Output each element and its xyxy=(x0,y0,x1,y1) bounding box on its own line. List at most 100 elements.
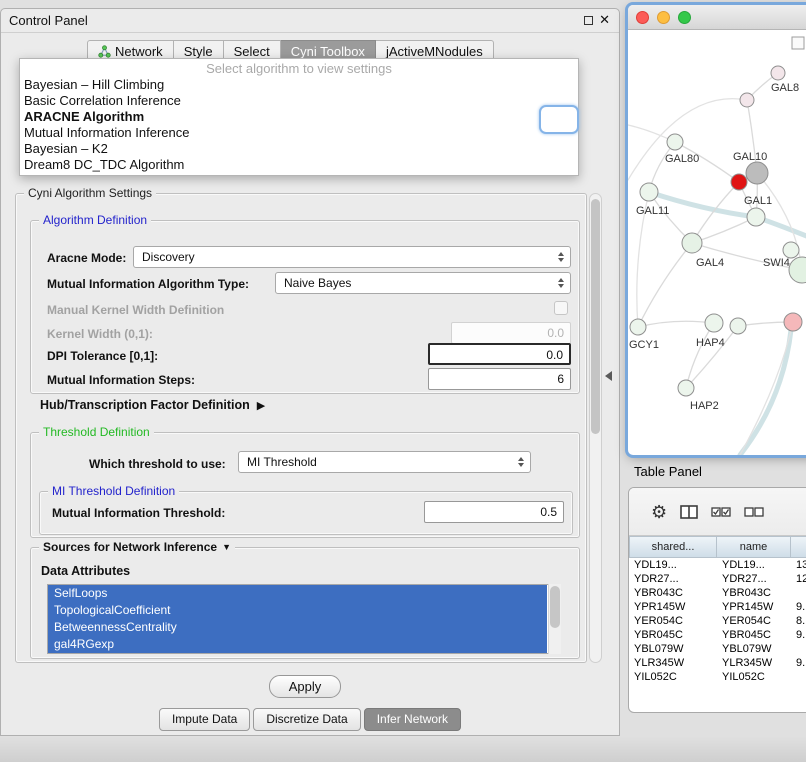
table-cell xyxy=(791,642,806,656)
close-icon[interactable]: ✕ xyxy=(599,12,610,28)
focused-combobox-fragment[interactable] xyxy=(539,105,579,134)
network-node-hap2[interactable] xyxy=(678,380,694,396)
table-column-header[interactable] xyxy=(791,536,806,558)
panel-collapse-arrow-icon[interactable] xyxy=(605,371,612,381)
attributes-list-scrollbar[interactable] xyxy=(548,584,561,654)
node-label: HAP4 xyxy=(696,337,725,349)
close-traffic-light[interactable] xyxy=(636,11,649,24)
minimize-traffic-light[interactable] xyxy=(657,11,670,24)
table-column-header[interactable]: shared... xyxy=(629,536,717,558)
algorithm-option-bayesian-k2[interactable]: Bayesian – K2 xyxy=(20,141,578,157)
tab-label: Cyni Toolbox xyxy=(291,44,365,59)
chevron-right-icon[interactable]: ▶ xyxy=(257,399,265,412)
network-window-titlebar[interactable] xyxy=(628,5,806,30)
mi-algorithm-type-select[interactable]: Naive Bayes xyxy=(275,272,571,294)
data-attributes-label: Data Attributes xyxy=(41,564,130,578)
attribute-item-selfloops[interactable]: SelfLoops xyxy=(48,585,547,602)
scrollbar-thumb[interactable] xyxy=(550,586,560,628)
network-node-gal11[interactable] xyxy=(640,183,658,201)
node-label: HAP2 xyxy=(690,400,719,412)
table-header: shared...name xyxy=(629,536,806,558)
mi-threshold-definition-group: MI Threshold Definition Mutual Informati… xyxy=(39,491,573,535)
node-label: GAL10 xyxy=(733,151,767,163)
algorithm-definition-title: Algorithm Definition xyxy=(39,213,151,227)
table-row[interactable]: YLR345WYLR345W9. xyxy=(629,656,806,670)
table-row[interactable]: YBR045CYBR045C9. xyxy=(629,628,806,642)
data-attributes-list[interactable]: SelfLoopsTopologicalCoefficientBetweenne… xyxy=(47,584,561,654)
table-panel-title: Table Panel xyxy=(634,464,702,479)
table-cell: 8. xyxy=(791,614,806,628)
table-cell: 9. xyxy=(791,600,806,614)
network-node-gal8[interactable] xyxy=(771,66,785,80)
table-row[interactable]: YIL052CYIL052C xyxy=(629,670,806,684)
network-node[interactable] xyxy=(731,174,747,190)
bottom-tab-impute-data[interactable]: Impute Data xyxy=(159,708,250,731)
network-node-gcy1[interactable] xyxy=(630,319,646,335)
gear-icon[interactable]: ⚙ xyxy=(651,503,667,521)
control-panel-titlebar[interactable]: Control Panel ✕ xyxy=(1,9,619,33)
algorithm-option-basic-correlation-inference[interactable]: Basic Correlation Inference xyxy=(20,93,578,109)
aracne-mode-select[interactable]: Discovery xyxy=(133,246,571,268)
algorithm-option-mutual-information-inference[interactable]: Mutual Information Inference xyxy=(20,125,578,141)
table-cell: YBL079W xyxy=(717,642,791,656)
network-node[interactable] xyxy=(740,93,754,107)
float-window-icon[interactable] xyxy=(584,16,593,25)
table-row[interactable]: YDL19...YDL19...13 xyxy=(629,558,806,572)
hub-transcription-factor-section[interactable]: Hub/Transcription Factor Definition ▶ xyxy=(40,398,265,412)
control-panel-window: Control Panel ✕ NetworkStyleSelectCyni T… xyxy=(0,8,620,736)
select-all-columns-icon[interactable] xyxy=(711,506,731,518)
attribute-item-gal4rgexp[interactable]: gal4RGexp xyxy=(48,636,547,653)
threshold-definition-title: Threshold Definition xyxy=(39,425,154,439)
network-node-gal10[interactable] xyxy=(746,162,768,184)
network-canvas[interactable]: GAL8GAL80GAL10GAL11GAL1SWI4GAL4GCY1HAP4H… xyxy=(628,30,806,455)
chevron-down-icon[interactable]: ▼ xyxy=(222,542,231,552)
attribute-item-betweennesscentrality[interactable]: BetweennessCentrality xyxy=(48,619,547,636)
node-label: GAL8 xyxy=(771,82,799,94)
table-body: YDL19...YDL19...13YDR27...YDR27...12YBR0… xyxy=(629,558,806,684)
mi-steps-input[interactable]: 6 xyxy=(428,368,571,390)
network-node[interactable] xyxy=(784,313,802,331)
mi-algorithm-type-value: Naive Bayes xyxy=(284,276,550,290)
apply-button[interactable]: Apply xyxy=(269,675,341,698)
table-cell xyxy=(791,670,806,684)
bottom-tab-discretize-data[interactable]: Discretize Data xyxy=(253,708,360,731)
deselect-all-columns-icon[interactable] xyxy=(744,506,764,518)
mi-algorithm-type-label: Mutual Information Algorithm Type: xyxy=(47,277,249,291)
settings-scrollbar[interactable] xyxy=(589,193,602,663)
table-row[interactable]: YER054CYER054C8. xyxy=(629,614,806,628)
algorithm-option-aracne-algorithm[interactable]: ARACNE Algorithm xyxy=(20,109,578,125)
network-node[interactable] xyxy=(730,318,746,334)
network-icon xyxy=(98,45,111,58)
network-node-swi4[interactable] xyxy=(783,242,799,258)
mi-threshold-input[interactable]: 0.5 xyxy=(424,501,564,523)
table-column-header[interactable]: name xyxy=(717,536,791,558)
network-node-hap4[interactable] xyxy=(705,314,723,332)
attribute-item-topologicalcoefficient[interactable]: TopologicalCoefficient xyxy=(48,602,547,619)
which-threshold-select[interactable]: MI Threshold xyxy=(238,451,531,473)
threshold-definition-group: Threshold Definition Which threshold to … xyxy=(30,432,580,538)
desktop: Control Panel ✕ NetworkStyleSelectCyni T… xyxy=(0,0,806,762)
table-cell: 9. xyxy=(791,656,806,670)
cyni-algorithm-settings-group: Cyni Algorithm Settings Algorithm Defini… xyxy=(15,193,587,663)
network-edge xyxy=(628,99,747,180)
table-row[interactable]: YBR043CYBR043C xyxy=(629,586,806,600)
algorithm-option-bayesian-hill-climbing[interactable]: Bayesian – Hill Climbing xyxy=(20,77,578,93)
network-node-gal4[interactable] xyxy=(682,233,702,253)
table-row[interactable]: YDR27...YDR27...12 xyxy=(629,572,806,586)
bottom-tabs: Impute DataDiscretize DataInfer Network xyxy=(1,708,619,731)
network-node[interactable] xyxy=(789,257,806,283)
columns-icon[interactable] xyxy=(680,505,698,519)
network-node-gal80[interactable] xyxy=(667,134,683,150)
algorithm-option-dream8-dc-tdc-algorithm[interactable]: Dream8 DC_TDC Algorithm xyxy=(20,157,578,173)
hub-transcription-factor-label: Hub/Transcription Factor Definition xyxy=(40,398,250,412)
network-node-gal1[interactable] xyxy=(747,208,765,226)
bottom-tab-infer-network[interactable]: Infer Network xyxy=(364,708,461,731)
scrollbar-thumb[interactable] xyxy=(591,199,600,434)
dpi-tolerance-input[interactable]: 0.0 xyxy=(428,343,571,365)
table-row[interactable]: YBL079WYBL079W xyxy=(629,642,806,656)
table-cell: 12 xyxy=(791,572,806,586)
table-cell: YDL19... xyxy=(629,558,717,572)
network-edge xyxy=(638,321,714,327)
table-row[interactable]: YPR145WYPR145W9. xyxy=(629,600,806,614)
zoom-traffic-light[interactable] xyxy=(678,11,691,24)
